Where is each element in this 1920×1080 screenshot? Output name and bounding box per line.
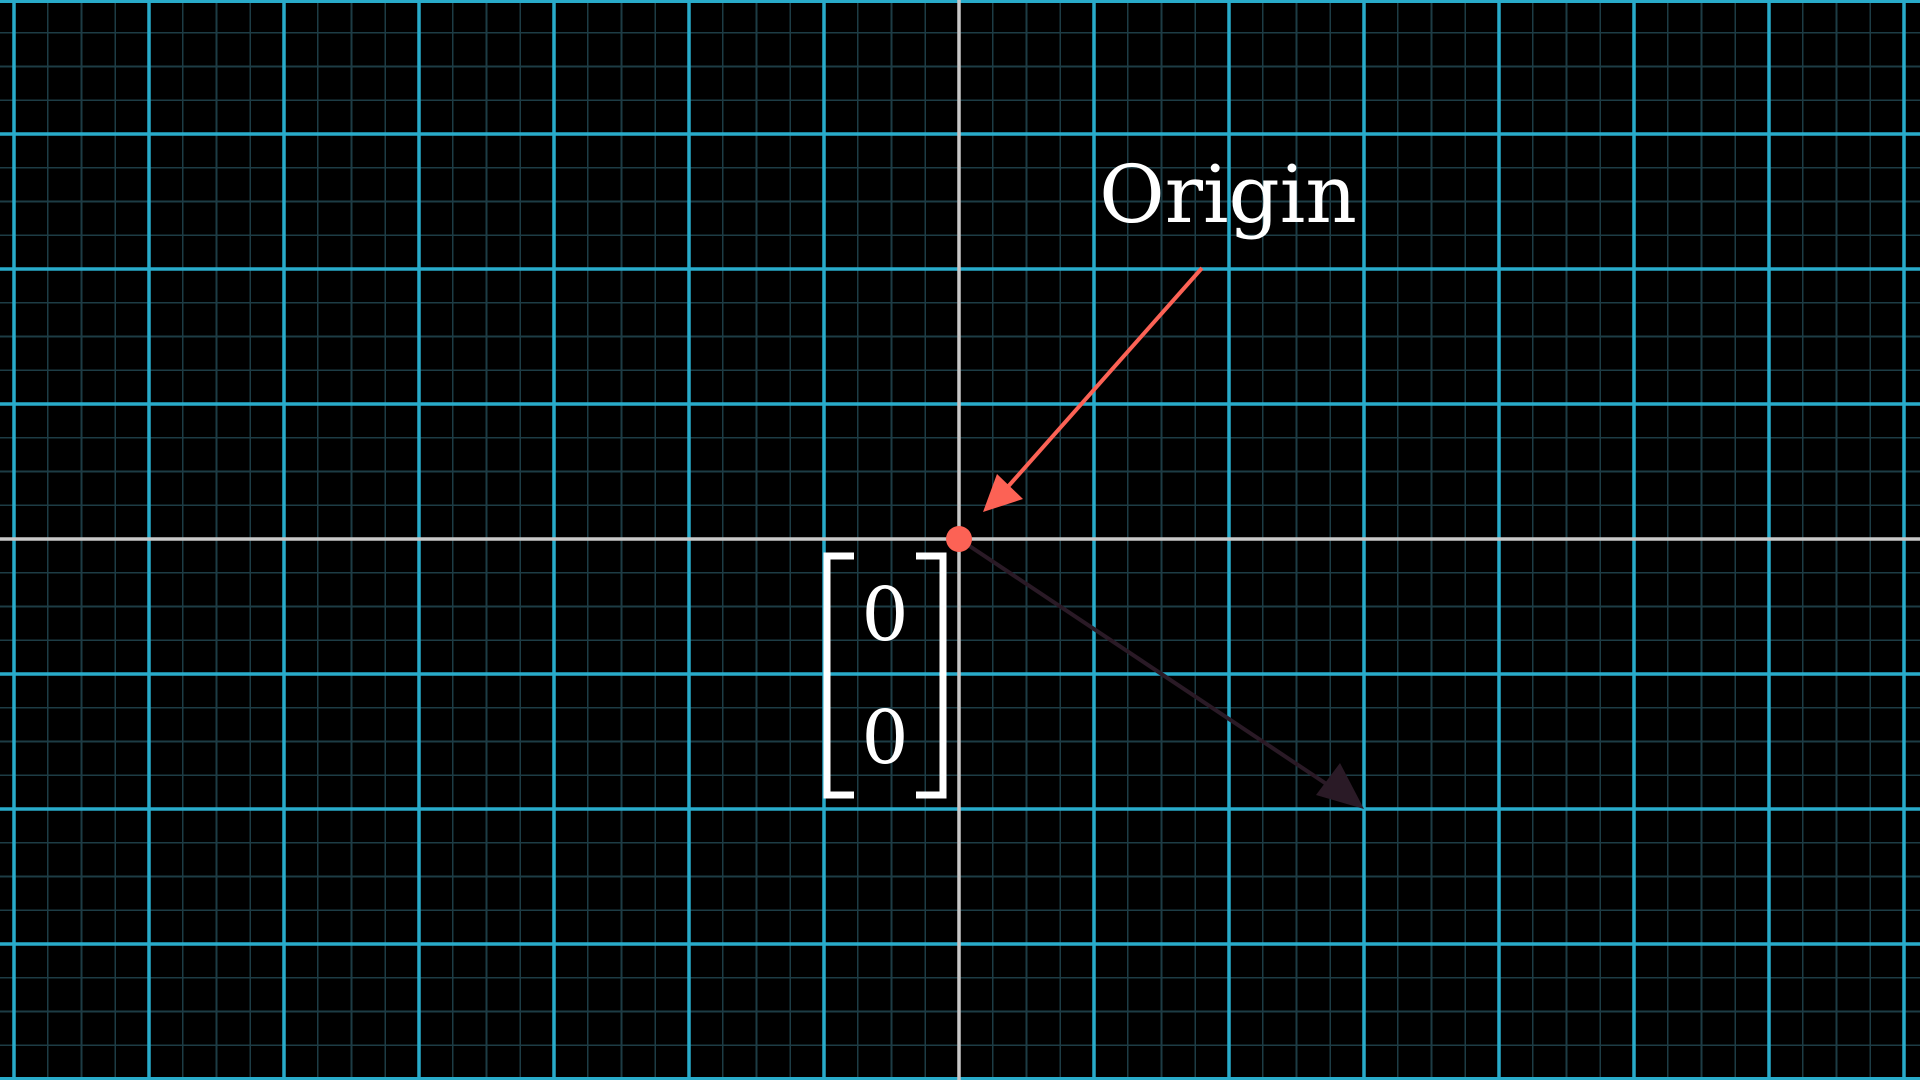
faded-vector-arrowhead [1316,763,1364,809]
annotation-arrow-line [1003,266,1204,492]
faded-vector-line [957,537,1336,791]
coordinate-plane-scene: Origin 0 0 [0,0,1920,1080]
matrix-entry-y: 0 [861,695,908,781]
origin-label: Origin [1099,148,1357,241]
origin-annotation: Origin [946,148,1357,552]
number-plane: Origin 0 0 [0,0,1920,1080]
origin-dot [946,526,972,552]
annotation-arrowhead [983,474,1023,512]
matrix-entry-x: 0 [861,572,908,658]
